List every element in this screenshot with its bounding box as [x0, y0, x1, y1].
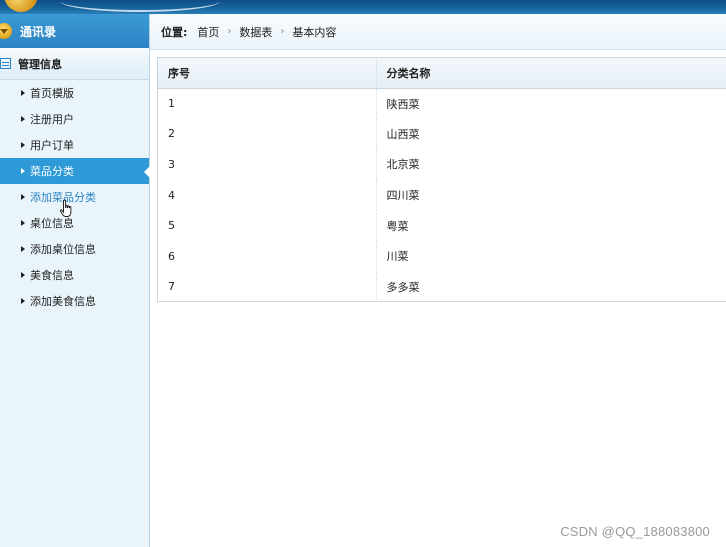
caret-right-icon [21, 298, 25, 304]
cell-index: 7 [168, 280, 175, 294]
breadcrumb-label: 位置: [161, 25, 188, 39]
sidebar-item-add-food-info[interactable]: 添加美食信息 [0, 288, 149, 314]
sidebar-item-user-orders[interactable]: 用户订单 [0, 132, 149, 158]
sidebar-item-label: 菜品分类 [30, 165, 74, 178]
hand-cursor-icon [60, 199, 72, 217]
caret-right-icon [21, 116, 25, 122]
sidebar-item-table-info[interactable]: 桌位信息 [0, 210, 149, 236]
sidebar-item-label: 添加美食信息 [30, 295, 96, 308]
cell-category-name: 川菜 [375, 240, 726, 272]
cell-category-name: 粤菜 [375, 210, 726, 241]
sidebar-menu: 首页模版 注册用户 用户订单 菜品分类 添加菜品分类 桌位信息 添加桌位信息 美… [0, 80, 150, 314]
list-icon [0, 58, 11, 69]
caret-right-icon [21, 246, 25, 252]
caret-right-icon [21, 168, 25, 174]
chevron-right-icon: › [280, 26, 285, 37]
caret-right-icon [21, 142, 25, 148]
table-row[interactable]: 6 川菜 [158, 240, 726, 272]
caret-right-icon [21, 220, 25, 226]
cell-index: 6 [168, 249, 175, 263]
cell-index: 4 [168, 188, 175, 202]
cell-category-name: 北京菜 [375, 149, 726, 180]
sidebar-item-label: 美食信息 [30, 269, 74, 282]
table-row[interactable]: 4 四川菜 [158, 179, 726, 211]
caret-right-icon [21, 194, 25, 200]
app-logo [4, 0, 38, 12]
column-header-category-name: 分类名称 [375, 58, 726, 89]
cell-category-name: 四川菜 [375, 179, 726, 211]
top-banner [0, 0, 726, 14]
cell-index: 3 [168, 157, 175, 171]
table-row[interactable]: 5 粤菜 [158, 210, 726, 241]
table-row[interactable]: 2 山西菜 [158, 118, 726, 150]
cell-index: 1 [168, 97, 175, 111]
table-header-row: 序号 分类名称 [158, 58, 726, 89]
sidebar-section[interactable]: 管理信息 [0, 48, 149, 80]
banner-decoration [60, 0, 220, 12]
watermark: CSDN @QQ_188083800 [560, 524, 710, 539]
column-header-index: 序号 [158, 58, 376, 89]
caret-right-icon [21, 272, 25, 278]
caret-right-icon [21, 90, 25, 96]
sidebar-item-label: 用户订单 [30, 139, 74, 152]
breadcrumb-item-home[interactable]: 首页 [197, 24, 219, 40]
chevron-down-icon [0, 23, 12, 39]
sidebar-item-add-table-info[interactable]: 添加桌位信息 [0, 236, 149, 262]
cell-category-name: 山西菜 [375, 118, 726, 150]
sidebar-header-label: 通讯录 [20, 24, 57, 39]
sidebar-item-label: 添加桌位信息 [30, 243, 96, 256]
sidebar: 通讯录 管理信息 首页模版 注册用户 用户订单 菜品分类 添加菜品分类 桌位信息… [0, 14, 150, 547]
table-row[interactable]: 1 陕西菜 [158, 88, 726, 119]
sidebar-item-dish-categories[interactable]: 菜品分类 [0, 158, 150, 184]
cell-category-name: 多多菜 [375, 271, 726, 303]
sidebar-item-label: 注册用户 [30, 113, 74, 126]
cell-category-name: 陕西菜 [375, 88, 726, 119]
cell-index: 2 [168, 127, 175, 141]
sidebar-item-add-dish-category[interactable]: 添加菜品分类 [0, 184, 149, 210]
sidebar-item-homepage-template[interactable]: 首页模版 [0, 80, 149, 106]
cell-index: 5 [168, 219, 175, 233]
breadcrumb-item-data-table[interactable]: 数据表 [239, 24, 272, 40]
sidebar-header[interactable]: 通讯录 [0, 14, 149, 48]
table-row[interactable]: 3 北京菜 [158, 149, 726, 180]
breadcrumb-item-basic-content[interactable]: 基本内容 [292, 24, 336, 40]
main-content: 位置: 首页 › 数据表 › 基本内容 序号 分类名称 1 陕西菜 2 山西菜 … [150, 14, 726, 547]
sidebar-item-food-info[interactable]: 美食信息 [0, 262, 149, 288]
sidebar-item-registered-users[interactable]: 注册用户 [0, 106, 149, 132]
sidebar-item-label: 首页模版 [30, 87, 74, 100]
chevron-right-icon: › [227, 26, 232, 37]
category-table: 序号 分类名称 1 陕西菜 2 山西菜 3 北京菜 4 四川菜 5 粤菜 6 川… [157, 57, 726, 303]
sidebar-section-label: 管理信息 [18, 57, 62, 71]
table-row[interactable]: 7 多多菜 [158, 271, 726, 303]
breadcrumb: 位置: 首页 › 数据表 › 基本内容 [150, 14, 726, 50]
